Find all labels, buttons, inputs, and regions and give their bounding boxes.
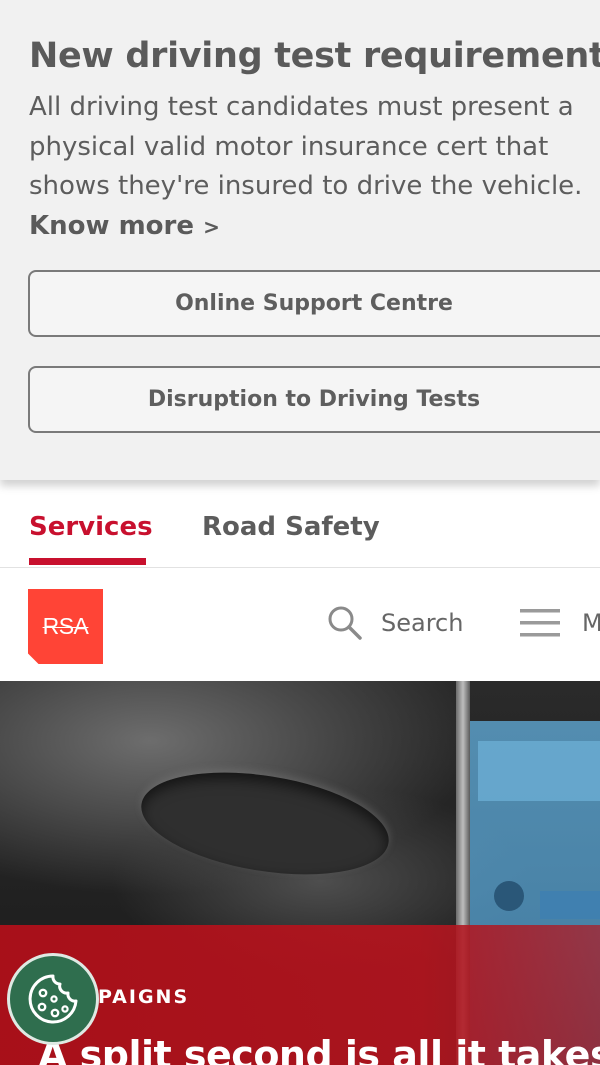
menu-label: M	[582, 609, 600, 637]
cookie-settings-button[interactable]	[7, 953, 99, 1045]
notice-body: All driving test candidates must present…	[29, 92, 583, 201]
search-icon	[328, 606, 362, 640]
know-more-label: Know more	[29, 210, 195, 241]
section-tabs: Services Road Safety	[0, 480, 600, 568]
hamburger-menu-icon	[520, 609, 560, 637]
chevron-right-icon: >	[203, 214, 220, 239]
site-header: RSA Search M	[0, 569, 600, 681]
hero-kicker: PAIGNS	[98, 986, 190, 1008]
logo-text: RSA	[42, 613, 89, 639]
phone-app-bar	[478, 741, 600, 801]
hero-headline[interactable]: A split second is all it takes.	[38, 1033, 600, 1065]
phone-avatar	[494, 881, 524, 911]
notice-title: New driving test requirements	[29, 36, 600, 76]
phone-message-bubble	[540, 891, 600, 919]
tab-road-safety[interactable]: Road Safety	[202, 512, 380, 542]
rsa-logo[interactable]: RSA	[28, 589, 103, 664]
notice-banner: New driving test requirements All drivin…	[0, 0, 600, 480]
notice-text: All driving test candidates must present…	[29, 88, 600, 247]
disruption-driving-tests-button[interactable]: Disruption to Driving Tests	[28, 366, 600, 433]
search-button[interactable]: Search	[327, 605, 463, 641]
cookie-icon	[28, 974, 78, 1024]
search-label: Search	[381, 609, 464, 637]
tab-services[interactable]: Services	[29, 512, 153, 542]
know-more-link[interactable]: Know more >	[29, 211, 220, 241]
menu-button[interactable]: M	[520, 607, 600, 639]
online-support-centre-button[interactable]: Online Support Centre	[28, 270, 600, 337]
active-tab-indicator	[29, 558, 146, 565]
